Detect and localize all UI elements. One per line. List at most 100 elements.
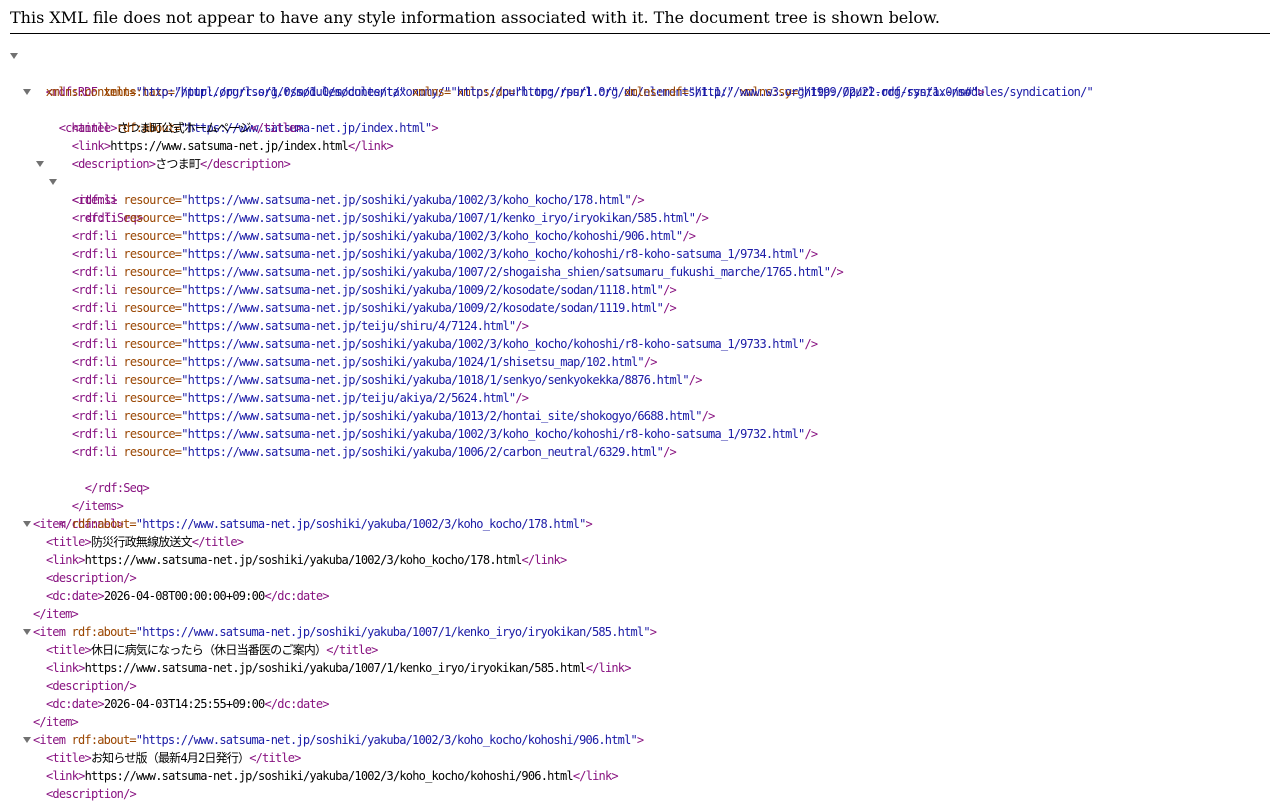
attr-name: resource=	[116, 319, 182, 333]
attr-name: resource=	[116, 301, 182, 315]
attr-name: rdf:about=	[65, 625, 137, 639]
rdf-li-resource-value: "https://www.satsuma-net.jp/soshiki/yaku…	[181, 193, 632, 207]
link-open-tag: <link>	[46, 661, 85, 675]
item-title-line: <title>休日に病気になったら（休日当番医のご案内）</title>	[0, 641, 1280, 659]
attr-name: resource=	[116, 427, 182, 441]
title-open-tag: <title>	[46, 751, 92, 765]
rdf-li-open-tag: <rdf:li	[72, 337, 118, 351]
tag-bracket: >	[649, 625, 657, 639]
collapse-seq-toggle-icon[interactable]	[49, 179, 57, 185]
title-close-tag: </title>	[326, 643, 378, 657]
rdf-li-list: <rdf:li resource="https://www.satsuma-ne…	[0, 191, 1280, 461]
tag-bracket: >	[585, 517, 593, 531]
rdf-li-open-tag: <rdf:li	[72, 355, 118, 369]
attr-name: resource=	[116, 283, 182, 297]
tag-bracket: />	[695, 211, 709, 225]
item-open-tag: <item	[33, 733, 66, 747]
rdf-li-line: <rdf:li resource="https://www.satsuma-ne…	[0, 371, 1280, 389]
rdf-li-open-tag: <rdf:li	[72, 409, 118, 423]
title-open-tag: <title>	[46, 643, 92, 657]
item-description-line: <description/>	[0, 785, 1280, 803]
tag-bracket: />	[663, 445, 677, 459]
item-date-text: 2026-04-08T00:00:00+09:00	[103, 589, 265, 603]
attr-name: resource=	[116, 247, 182, 261]
seq-close-line: </rdf:Seq>	[0, 461, 1280, 495]
item-about-value: "https://www.satsuma-net.jp/soshiki/yaku…	[135, 733, 638, 747]
item-title-text: 休日に病気になったら（休日当番医のご案内）	[90, 643, 327, 657]
item-open-line: <item rdf:about="https://www.satsuma-net…	[0, 623, 1280, 641]
rdf-li-resource-value: "https://www.satsuma-net.jp/teiju/akiya/…	[181, 391, 516, 405]
description-empty-tag: <description/>	[46, 787, 137, 801]
rdf-li-resource-value: "https://www.satsuma-net.jp/soshiki/yaku…	[181, 355, 644, 369]
item-close-line: </item>	[0, 713, 1280, 731]
rdf-li-line: <rdf:li resource="https://www.satsuma-ne…	[0, 245, 1280, 263]
rdf-li-open-tag: <rdf:li	[72, 247, 118, 261]
channel-open-line: <channel rdf:about="https://www.satsuma-…	[0, 83, 1280, 135]
rdf-li-open-tag: <rdf:li	[72, 391, 118, 405]
channel-title-line: <title>さつま町公式ホームページ</title>	[0, 101, 1280, 135]
tag-bracket: />	[804, 427, 818, 441]
rdf-li-line: <rdf:li resource="https://www.satsuma-ne…	[0, 317, 1280, 335]
tag-bracket: />	[804, 337, 818, 351]
rdf-li-open-tag: <rdf:li	[72, 211, 118, 225]
channel-link-line: <link>https://www.satsuma-net.jp/index.h…	[0, 119, 1280, 153]
item-link-text: https://www.satsuma-net.jp/soshiki/yakub…	[84, 553, 523, 567]
tag-bracket: />	[663, 301, 677, 315]
attr-name: resource=	[116, 355, 182, 369]
attr-name: resource=	[116, 373, 182, 387]
collapse-items-toggle-icon[interactable]	[36, 161, 44, 167]
collapse-toggle-icon[interactable]	[23, 521, 31, 527]
xml-document-tree: <rdf:RDF xmlns:taxo="http://purl.org/rss…	[0, 47, 1280, 803]
rdf-li-open-tag: <rdf:li	[72, 193, 118, 207]
item-description-line: <description/>	[0, 677, 1280, 695]
items-open-line: <items>	[0, 155, 1280, 207]
xml-style-notice: This XML file does not appear to have an…	[10, 0, 1270, 34]
rdf-li-open-tag: <rdf:li	[72, 445, 118, 459]
description-empty-tag: <description/>	[46, 679, 137, 693]
item-date-line: <dc:date>2026-04-08T00:00:00+09:00</dc:d…	[0, 587, 1280, 605]
attr-name: resource=	[116, 211, 182, 225]
date-open-tag: <dc:date>	[46, 589, 105, 603]
channel-description-line: <description>さつま町</description>	[0, 137, 1280, 171]
item-open-tag: <item	[33, 517, 66, 531]
title-close-tag: </title>	[191, 535, 244, 549]
collapse-channel-toggle-icon[interactable]	[23, 89, 31, 95]
tag-bracket: />	[643, 355, 658, 369]
collapse-toggle-icon[interactable]	[23, 629, 31, 635]
rdf-li-line: <rdf:li resource="https://www.satsuma-ne…	[0, 353, 1280, 371]
rdf-li-open-tag: <rdf:li	[72, 265, 118, 279]
item-link-line: <link>https://www.satsuma-net.jp/soshiki…	[0, 551, 1280, 569]
collapse-toggle-icon[interactable]	[23, 737, 31, 743]
tag-bracket: />	[701, 409, 716, 423]
rdf-li-resource-value: "https://www.satsuma-net.jp/soshiki/yaku…	[181, 211, 696, 225]
rdf-li-line: <rdf:li resource="https://www.satsuma-ne…	[0, 263, 1280, 281]
item-close-line: </item>	[0, 605, 1280, 623]
rdf-li-open-tag: <rdf:li	[72, 319, 118, 333]
link-open-tag: <link>	[46, 769, 85, 783]
item-date-line: <dc:date>2026-04-03T14:25:55+09:00</dc:d…	[0, 695, 1280, 713]
link-close-tag: </link>	[585, 661, 632, 675]
item-link-text: https://www.satsuma-net.jp/soshiki/yakub…	[84, 661, 587, 675]
tag-bracket: />	[688, 373, 703, 387]
item-close-tag: </item>	[33, 715, 79, 729]
rdf-open-line-cont: xmlns:content="http://purl.org/rss/1.0/m…	[0, 65, 1280, 99]
tag-bracket: />	[682, 229, 696, 243]
item-close-tag: </item>	[33, 607, 79, 621]
date-open-tag: <dc:date>	[46, 697, 105, 711]
rdf-li-resource-value: "https://www.satsuma-net.jp/teiju/shiru/…	[181, 319, 516, 333]
rss-items: <item rdf:about= "https://www.satsuma-net…	[0, 515, 1280, 803]
attr-name: resource=	[116, 337, 182, 351]
seq-open-line: <rdf:Seq>	[0, 173, 1280, 225]
attr-name: resource=	[116, 391, 182, 405]
collapse-rdf-toggle-icon[interactable]	[10, 53, 18, 59]
item-open-line: <item rdf:about="https://www.satsuma-net…	[0, 515, 1280, 533]
rdf-li-resource-value: "https://www.satsuma-net.jp/soshiki/yaku…	[181, 427, 805, 441]
attr-name: resource=	[116, 445, 182, 459]
item-description-line: <description/>	[0, 569, 1280, 587]
item-title-text: 防災行政無線放送文	[90, 535, 193, 549]
tag-bracket: />	[515, 319, 529, 333]
rdf-li-line: <rdf:li resource="https://www.satsuma-ne…	[0, 281, 1280, 299]
rdf-li-resource-value: "https://www.satsuma-net.jp/soshiki/yaku…	[181, 373, 689, 387]
rdf-li-open-tag: <rdf:li	[72, 283, 118, 297]
rdf-li-resource-value: "https://www.satsuma-net.jp/soshiki/yaku…	[181, 283, 664, 297]
